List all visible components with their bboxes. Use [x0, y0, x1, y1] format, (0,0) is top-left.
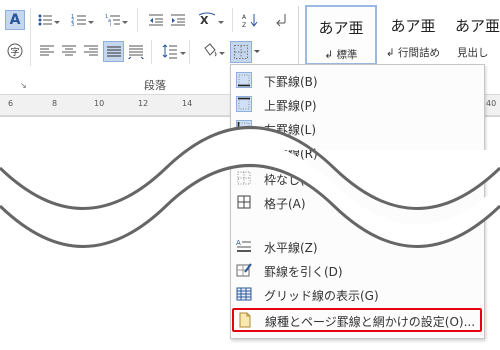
svg-text:3: 3: [71, 22, 74, 28]
paragraph-group-label: 段落: [144, 79, 166, 92]
menu-item-top-border[interactable]: 上罫線(P): [231, 93, 484, 117]
enclosed-char-button[interactable]: 字: [5, 41, 25, 61]
menu-item-draw-table[interactable]: 罫線を引く(D): [231, 259, 484, 283]
style-name: 見出し: [457, 47, 489, 59]
text-direction-button[interactable]: X: [196, 10, 224, 30]
line-spacing-button[interactable]: [160, 41, 186, 61]
numbering-button[interactable]: 123: [70, 10, 94, 30]
menu-item-label: 上罫線(P): [264, 99, 317, 113]
style-name: ↲ 標準: [324, 49, 358, 61]
menu-item-label: 下罫線(B): [264, 75, 318, 89]
menu-item-bottom-border[interactable]: 下罫線(B): [231, 69, 484, 93]
menu-item-label: 罫線を引く(D): [264, 265, 343, 279]
separator: [137, 8, 138, 32]
decrease-indent-button[interactable]: [146, 10, 166, 30]
show-marks-button[interactable]: [272, 10, 292, 30]
svg-text:X: X: [200, 14, 209, 27]
borders-icon: [234, 45, 248, 59]
multilevel-list-button[interactable]: 1ai: [104, 10, 128, 30]
right-border-icon: [236, 144, 252, 160]
menu-item-label: 格子(A): [264, 197, 306, 211]
increase-indent-icon: [171, 14, 185, 26]
menu-item-label: 右罫線(R): [264, 147, 318, 161]
char-shading-icon: A: [9, 12, 21, 28]
justify-icon: [106, 46, 121, 56]
menu-item-label: 枠なし(N): [264, 173, 319, 187]
align-right-button[interactable]: [82, 41, 100, 61]
sort-icon: AZ: [242, 14, 258, 28]
shading-button[interactable]: [199, 41, 225, 61]
decrease-indent-icon: [149, 14, 163, 26]
increase-indent-button[interactable]: [168, 10, 188, 30]
borders-button[interactable]: [230, 41, 252, 63]
bullets-icon: [38, 14, 52, 26]
menu-item-label: 線種とページ罫線と網かけの設定(O)...: [265, 315, 476, 329]
borders-shading-icon: [237, 312, 253, 328]
separator: [189, 40, 190, 64]
style-name: ↲ 行間詰め: [385, 47, 441, 59]
align-center-icon: [62, 45, 76, 56]
style-heading[interactable]: あア亜 見出し: [449, 5, 500, 65]
no-border-icon: [236, 170, 252, 186]
menu-item-no-border[interactable]: 枠なし(N): [231, 167, 484, 191]
menu-item-horizontal-line[interactable]: A 水平線(Z): [231, 235, 484, 259]
align-left-button[interactable]: [38, 41, 56, 61]
borders-menu: 下罫線(B) 上罫線(P) 左罫線(L) 右罫線(R) 枠なし(N) 格子(A)…: [230, 64, 485, 339]
paint-bucket-icon: [204, 43, 217, 57]
svg-text:字: 字: [10, 46, 19, 58]
style-normal[interactable]: あア亜 ↲ 標準: [305, 5, 377, 65]
ruler-number: 14: [182, 99, 193, 108]
multilevel-list-icon: 1ai: [105, 14, 120, 28]
line-spacing-icon: [162, 44, 177, 59]
ruler-number: 40: [486, 99, 497, 108]
distributed-button[interactable]: [126, 41, 146, 61]
paragraph-mark-icon: [276, 14, 286, 27]
separator: [232, 8, 233, 32]
ruler-number: 10: [94, 99, 105, 108]
sort-button[interactable]: AZ: [240, 10, 260, 30]
menu-item-label: 左罫線(L): [264, 123, 317, 137]
ruler-number: 8: [52, 99, 58, 108]
distributed-icon: [128, 45, 144, 59]
style-preview: あア亜: [455, 17, 500, 35]
chevron-down-icon: [254, 50, 260, 53]
enclosed-char-icon: 字: [7, 43, 23, 59]
menu-item-label: 水平線(Z): [264, 241, 318, 255]
numbering-icon: 123: [71, 14, 86, 28]
style-preview: あア亜: [390, 17, 436, 35]
align-right-icon: [84, 45, 98, 56]
top-border-icon: [236, 96, 252, 112]
asian-layout-icon: X: [198, 12, 216, 27]
svg-text:A: A: [236, 239, 241, 247]
ruler-number: 12: [138, 99, 149, 108]
style-preview: あア亜: [318, 19, 364, 37]
horizontal-line-icon: A: [236, 238, 252, 254]
svg-text:A: A: [242, 14, 247, 21]
separator: [30, 8, 31, 66]
menu-item-right-border[interactable]: 右罫線(R): [231, 141, 484, 165]
menu-item-borders-shading[interactable]: 線種とページ罫線と網かけの設定(O)...: [232, 308, 482, 332]
menu-item-label: グリッド線の表示(G): [264, 289, 379, 303]
view-gridlines-icon: [236, 286, 252, 302]
bullets-button[interactable]: [36, 10, 60, 30]
char-shading-button[interactable]: A: [5, 10, 25, 30]
svg-text:i: i: [110, 22, 111, 28]
align-center-button[interactable]: [60, 41, 78, 61]
svg-text:Z: Z: [242, 22, 246, 28]
menu-item-left-border[interactable]: 左罫線(L): [231, 117, 484, 141]
style-no-spacing[interactable]: あア亜 ↲ 行間詰め: [377, 5, 449, 65]
draw-table-icon: [236, 262, 252, 278]
bottom-border-icon: [236, 72, 252, 88]
align-left-icon: [40, 45, 54, 56]
ruler-number: 6: [8, 99, 14, 108]
left-border-icon: [236, 120, 252, 136]
justify-button[interactable]: [103, 41, 124, 62]
dialog-launcher-icon[interactable]: ↘: [20, 81, 27, 90]
separator: [151, 40, 152, 64]
all-borders-icon: [236, 194, 252, 210]
borders-dropdown-arrow[interactable]: [252, 47, 262, 57]
menu-item-view-gridlines[interactable]: グリッド線の表示(G): [231, 283, 484, 307]
menu-item-all-borders[interactable]: 格子(A): [231, 191, 484, 215]
